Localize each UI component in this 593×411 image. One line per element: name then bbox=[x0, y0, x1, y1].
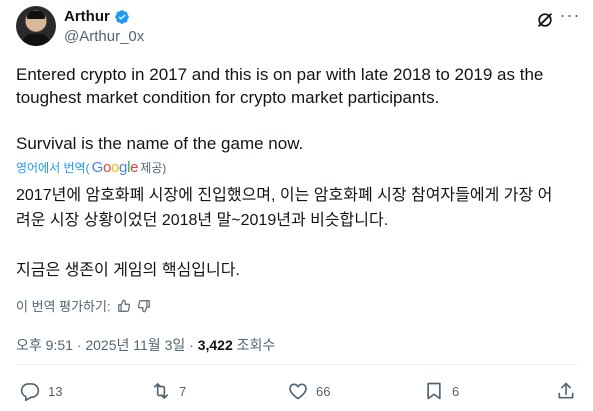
tweet-time[interactable]: 오후 9:51 bbox=[16, 337, 73, 353]
repost-button[interactable]: 7 bbox=[151, 381, 186, 401]
author-name-row: Arthur bbox=[64, 8, 130, 25]
tweet-header: Arthur @Arthur_0x ··· bbox=[16, 6, 581, 50]
thumbs-down-icon[interactable] bbox=[137, 299, 151, 313]
share-icon bbox=[558, 382, 574, 399]
reply-icon bbox=[20, 383, 40, 401]
views-count: 3,422 bbox=[197, 337, 233, 353]
google-logo: Google bbox=[92, 159, 139, 176]
meta-separator: · bbox=[76, 337, 82, 353]
author-handle[interactable]: @Arthur_0x bbox=[64, 28, 144, 45]
reply-button[interactable]: 13 bbox=[20, 381, 62, 401]
tweet-meta: 오후 9:51 · 2025년 11월 3일 · 3,422 조회수 bbox=[16, 335, 275, 355]
avatar-shirt bbox=[22, 34, 50, 46]
tweet-date[interactable]: 2025년 11월 3일 bbox=[85, 337, 185, 353]
translated-label-suffix: 제공) bbox=[140, 161, 167, 175]
repost-icon bbox=[153, 383, 169, 399]
like-icon bbox=[289, 383, 307, 400]
translated-by-label[interactable]: 영어에서 번역( Google 제공) bbox=[16, 159, 166, 176]
google-logo-g2: g bbox=[119, 159, 128, 176]
google-logo-g: G bbox=[91, 159, 104, 176]
action-bar: 13 7 66 6 bbox=[0, 381, 593, 407]
tweet-text: Entered crypto in 2017 and this is on pa… bbox=[16, 65, 544, 153]
bookmark-count: 6 bbox=[452, 383, 460, 399]
google-logo-o2: o bbox=[111, 159, 120, 176]
bookmark-button[interactable]: 6 bbox=[424, 381, 459, 401]
reply-count: 13 bbox=[48, 383, 63, 399]
avatar[interactable] bbox=[16, 6, 56, 46]
repost-count: 7 bbox=[179, 383, 187, 399]
google-logo-o1: o bbox=[102, 159, 111, 176]
divider bbox=[16, 364, 577, 365]
thumbs-up-icon[interactable] bbox=[117, 299, 131, 313]
author-name[interactable]: Arthur bbox=[64, 8, 110, 25]
like-count: 66 bbox=[316, 383, 331, 399]
meta-separator-2: · bbox=[189, 337, 194, 353]
translated-text: 2017년에 암호화폐 시장에 진입했으며, 이는 암호화폐 시장 참여자들에게… bbox=[16, 187, 553, 279]
verified-badge-icon bbox=[114, 9, 129, 24]
share-button[interactable] bbox=[556, 381, 576, 401]
more-icon[interactable]: ··· bbox=[559, 6, 581, 28]
like-button[interactable]: 66 bbox=[288, 381, 330, 401]
bookmark-icon bbox=[427, 382, 441, 400]
rate-translation: 이 번역 평가하기: bbox=[16, 296, 151, 315]
views-label: 조회수 bbox=[236, 337, 276, 353]
avatar-hair bbox=[27, 11, 45, 19]
rate-translation-label: 이 번역 평가하기: bbox=[16, 299, 111, 314]
grok-icon[interactable] bbox=[535, 10, 555, 30]
translated-label-prefix: 영어에서 번역( bbox=[16, 161, 90, 175]
google-logo-e: e bbox=[130, 159, 139, 176]
